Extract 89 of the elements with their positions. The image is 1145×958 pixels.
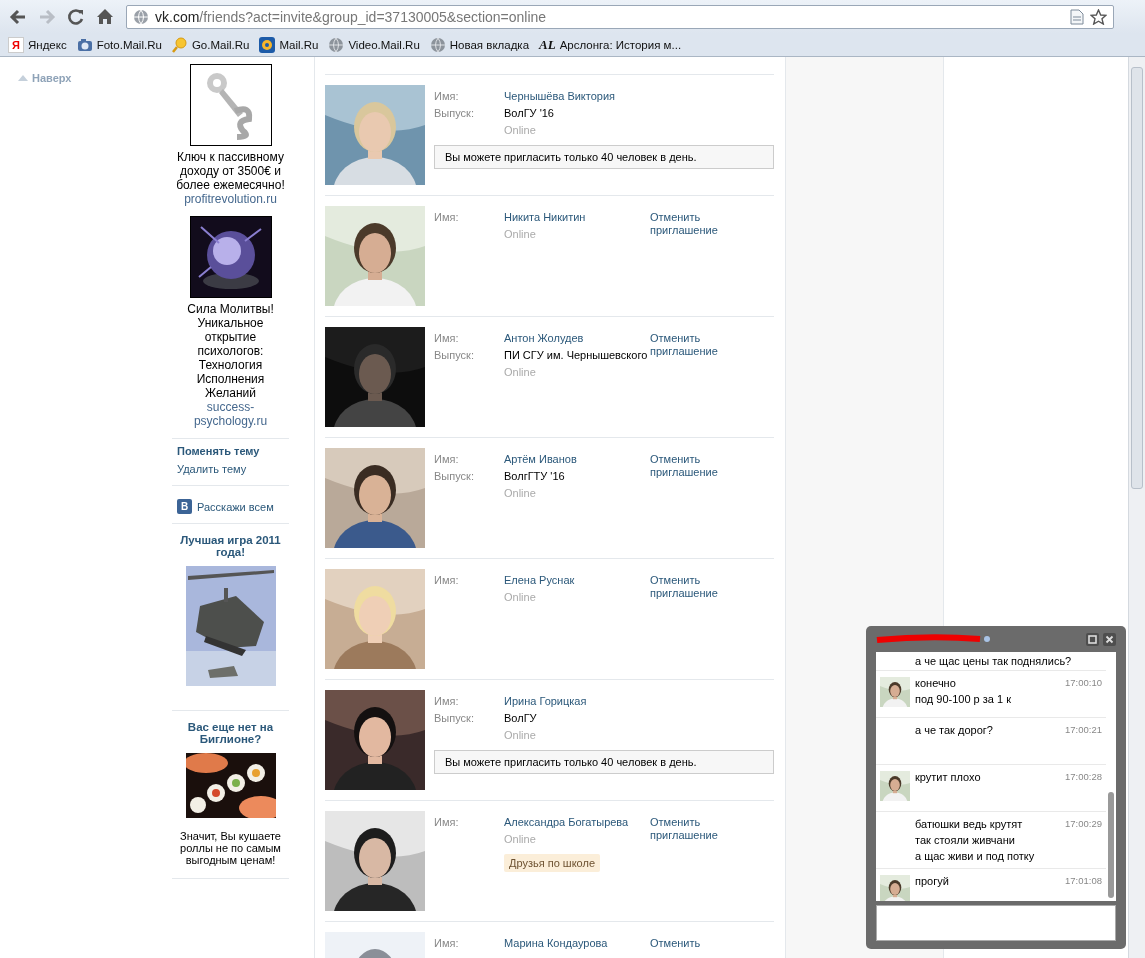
bookmark[interactable]: Mail.Ru bbox=[259, 36, 319, 53]
field-label: Выпуск: bbox=[434, 107, 475, 120]
globe-icon bbox=[133, 8, 149, 25]
reload-icon[interactable] bbox=[67, 7, 85, 26]
scrollbar[interactable] bbox=[1128, 57, 1145, 958]
online-status: Online bbox=[504, 366, 537, 379]
online-status: Online bbox=[504, 591, 537, 604]
bookmark[interactable]: Я Яндекс bbox=[8, 36, 67, 53]
ad-link[interactable]: profitrevolution.ru bbox=[184, 192, 277, 206]
field-label: Имя: bbox=[434, 90, 460, 103]
friend-name-link[interactable]: Артём Иванов bbox=[504, 453, 650, 466]
cancel-invitation-link[interactable]: Отменить приглашение bbox=[650, 816, 730, 846]
scrollbar[interactable] bbox=[1108, 792, 1114, 898]
chat-message: прогуй bbox=[915, 874, 950, 889]
yandex-icon: Я bbox=[8, 36, 24, 53]
bookmark[interactable]: Go.Mail.Ru bbox=[171, 36, 250, 53]
notice-box: Вы можете пригласить только 40 человек в день. bbox=[434, 750, 774, 774]
notice-box: Вы можете пригласить только 40 человек в день. bbox=[434, 145, 774, 169]
promo-text: Значит, Вы кушаете роллы не по самым выгодным ценам! bbox=[179, 830, 282, 866]
friend-name-link[interactable]: Никита Никитин bbox=[504, 211, 650, 224]
topic-link[interactable]: Удалить тему bbox=[177, 463, 284, 475]
field-label: Имя: bbox=[434, 453, 460, 466]
online-status: Online bbox=[504, 487, 537, 500]
chat-message: батюшки ведь крутят так стояли живчани а щас живи и под потку bbox=[915, 817, 1036, 864]
friend-name-link[interactable]: Антон Жолудев bbox=[504, 332, 650, 345]
vk-logo-icon: B bbox=[177, 499, 192, 514]
field-label: Имя: bbox=[434, 574, 460, 587]
maximize-icon[interactable] bbox=[1086, 632, 1099, 646]
online-status: Online bbox=[504, 228, 537, 241]
field-label: Имя: bbox=[434, 211, 460, 224]
chat-message: а че щас цены так поднялись? bbox=[915, 654, 1073, 669]
message-time: 17:00:21 bbox=[1065, 723, 1102, 737]
field-label: Имя: bbox=[434, 937, 460, 950]
graduation-text: ПИ СГУ им. Чернышевского bbox=[504, 349, 649, 362]
ad-text: Сила Молитвы! Уникальное открытие психологов: Технология Исполнения Желаний bbox=[186, 302, 275, 400]
logo-icon: AL bbox=[539, 36, 556, 53]
cancel-invitation-link[interactable]: Отменить bbox=[650, 937, 730, 954]
field-label: Выпуск: bbox=[434, 712, 475, 725]
ad-text: Ключ к пассивному доходу от 3500€ и более ежемесячно! bbox=[175, 150, 286, 192]
friend-name-link[interactable]: Ирина Горицкая bbox=[504, 695, 650, 708]
field-label: Выпуск: bbox=[434, 349, 475, 362]
message-input[interactable] bbox=[876, 905, 1116, 941]
bookmark[interactable]: Новая вкладка bbox=[429, 36, 530, 53]
online-dot-icon bbox=[984, 636, 990, 642]
cancel-invitation-link[interactable]: Отменить приглашение bbox=[650, 211, 730, 241]
online-status: Online bbox=[504, 729, 537, 742]
share-link[interactable]: Расскажи всем bbox=[197, 500, 274, 513]
field-label: Выпуск: bbox=[434, 470, 475, 483]
graduation-text: ВолгГТУ '16 bbox=[504, 470, 566, 483]
message-time: 17:00:29 bbox=[1065, 817, 1102, 831]
field-label: Имя: bbox=[434, 332, 460, 345]
chat-message: конечно под 90-100 р за 1 к bbox=[915, 676, 1012, 707]
friend-list-tag: Друзья по школе bbox=[504, 854, 601, 872]
friend-name-link[interactable]: Чернышёва Виктория bbox=[504, 90, 650, 103]
message-time: 17:00:28 bbox=[1065, 770, 1102, 784]
camera-icon bbox=[76, 37, 93, 52]
message-time: 17:01:08 bbox=[1065, 874, 1102, 888]
bookmark[interactable]: Foto.Mail.Ru bbox=[76, 37, 162, 52]
bookmark[interactable]: Video.Mail.Ru bbox=[328, 36, 420, 53]
topic-link[interactable]: Поменять тему bbox=[177, 445, 284, 457]
friend-name-link[interactable]: Марина Кондаурова bbox=[504, 937, 650, 950]
online-status: Online bbox=[504, 124, 537, 137]
graduation-text: ВолГУ '16 bbox=[504, 107, 555, 120]
graduation-text: ВолГУ bbox=[504, 712, 538, 725]
cancel-invitation-link[interactable]: Отменить приглашение bbox=[650, 453, 730, 483]
globe-icon bbox=[328, 36, 345, 53]
chat-message: а че так дорог? bbox=[915, 723, 994, 738]
bookmark[interactable]: AL Арслонга: История м... bbox=[539, 36, 682, 53]
back-icon[interactable] bbox=[9, 8, 27, 25]
at-sign-icon bbox=[259, 36, 276, 53]
promo-title[interactable]: Вас еще нет на Биглионе? bbox=[174, 721, 287, 745]
address-field[interactable]: vk.com/friends?act=invite&group_id=37130005&section=online bbox=[126, 4, 1114, 29]
magnifier-icon bbox=[171, 36, 188, 53]
message-time: 17:00:10 bbox=[1065, 676, 1102, 690]
up-arrow-icon bbox=[18, 74, 28, 81]
friend-name-link[interactable]: Александра Богатырева bbox=[504, 816, 650, 829]
online-status: Online bbox=[504, 833, 537, 846]
close-icon[interactable] bbox=[1103, 632, 1116, 646]
cancel-invitation-link[interactable]: Отменить приглашение bbox=[650, 574, 730, 604]
friend-name-link[interactable]: Елена Руснак bbox=[504, 574, 650, 587]
star-icon[interactable] bbox=[1090, 8, 1107, 25]
chat-message: крутит плохо bbox=[915, 770, 982, 785]
promo-title[interactable]: Лучшая игра 2011 года! bbox=[174, 534, 287, 558]
field-label: Имя: bbox=[434, 695, 460, 708]
home-icon[interactable] bbox=[96, 8, 114, 25]
cancel-invitation-link[interactable]: Отменить приглашение bbox=[650, 332, 730, 362]
globe-icon bbox=[429, 36, 446, 53]
ad-link[interactable]: success-psychology.ru bbox=[172, 400, 289, 428]
field-label: Имя: bbox=[434, 816, 460, 829]
